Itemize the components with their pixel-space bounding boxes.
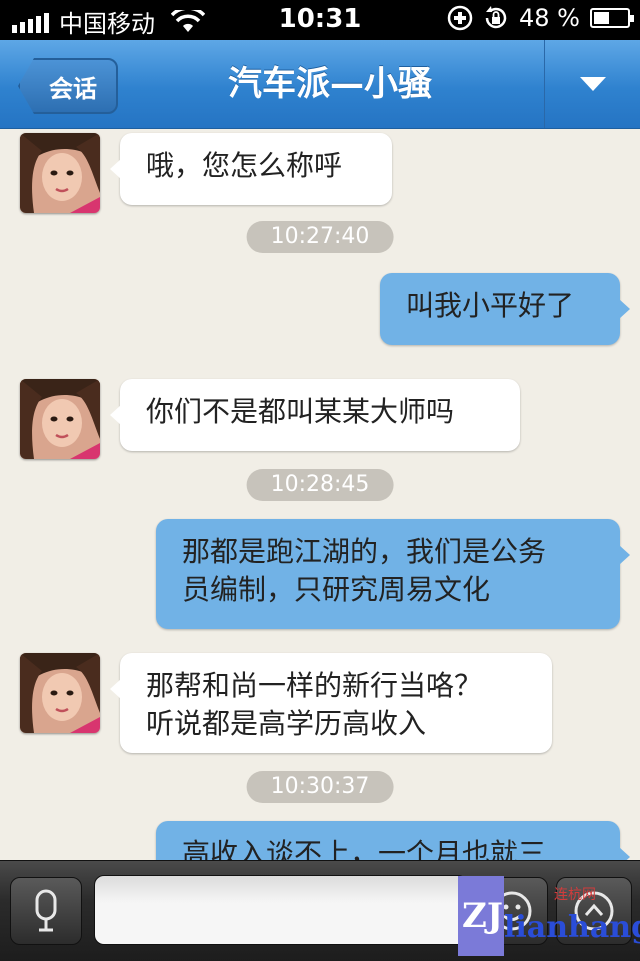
voice-button[interactable] bbox=[10, 877, 82, 945]
watermark-logo: ZJ 连杭网 lianhang bbox=[458, 868, 640, 956]
message-bubble-sent[interactable]: 高收入谈不上，一个月也就三 bbox=[156, 821, 630, 860]
timestamp: 10:30:37 bbox=[246, 771, 394, 803]
avatar[interactable] bbox=[20, 133, 100, 213]
rotation-lock-icon bbox=[485, 6, 507, 29]
message-input[interactable] bbox=[94, 875, 468, 945]
battery-fill bbox=[594, 12, 609, 24]
watermark-small-text: 连杭网 bbox=[554, 887, 596, 903]
microphone-icon bbox=[35, 889, 57, 932]
battery-icon bbox=[590, 8, 634, 28]
back-button[interactable]: 会话 bbox=[18, 58, 118, 114]
avatar[interactable] bbox=[20, 379, 100, 459]
avatar[interactable] bbox=[20, 653, 100, 733]
orientation-lock-icon bbox=[447, 5, 473, 31]
message-bubble-received[interactable]: 那帮和尚一样的新行当咯？ 听说都是高学历高收入 bbox=[110, 653, 552, 753]
avatar-image bbox=[20, 133, 100, 213]
menu-button[interactable] bbox=[545, 40, 640, 128]
chat-list[interactable]: 哦，您怎么称呼 10:27:40 叫我小平好了 你们不是都叫某某大师吗 10:2… bbox=[0, 129, 640, 860]
status-right: 48 % bbox=[447, 4, 634, 32]
avatar-image bbox=[20, 653, 100, 733]
timestamp: 10:27:40 bbox=[246, 221, 394, 253]
nav-bar: 会话 汽车派—小骚 bbox=[0, 40, 640, 129]
chevron-down-icon bbox=[579, 77, 606, 91]
message-bubble-received[interactable]: 哦，您怎么称呼 bbox=[110, 133, 392, 205]
timestamp: 10:28:45 bbox=[246, 469, 394, 501]
avatar-image bbox=[20, 379, 100, 459]
page-title: 汽车派—小骚 bbox=[228, 64, 432, 104]
watermark-logo-text: ZJ bbox=[462, 896, 503, 936]
battery-percent: 48 % bbox=[519, 4, 580, 32]
message-bubble-sent[interactable]: 那都是跑江湖的，我们是公务 员编制，只研究周易文化 bbox=[156, 519, 630, 629]
status-bar: 中国移动 10:31 48 % bbox=[0, 0, 640, 40]
message-bubble-sent[interactable]: 叫我小平好了 bbox=[380, 273, 630, 345]
watermark-brand-text: lianhang bbox=[504, 910, 640, 945]
message-bubble-received[interactable]: 你们不是都叫某某大师吗 bbox=[110, 379, 520, 451]
